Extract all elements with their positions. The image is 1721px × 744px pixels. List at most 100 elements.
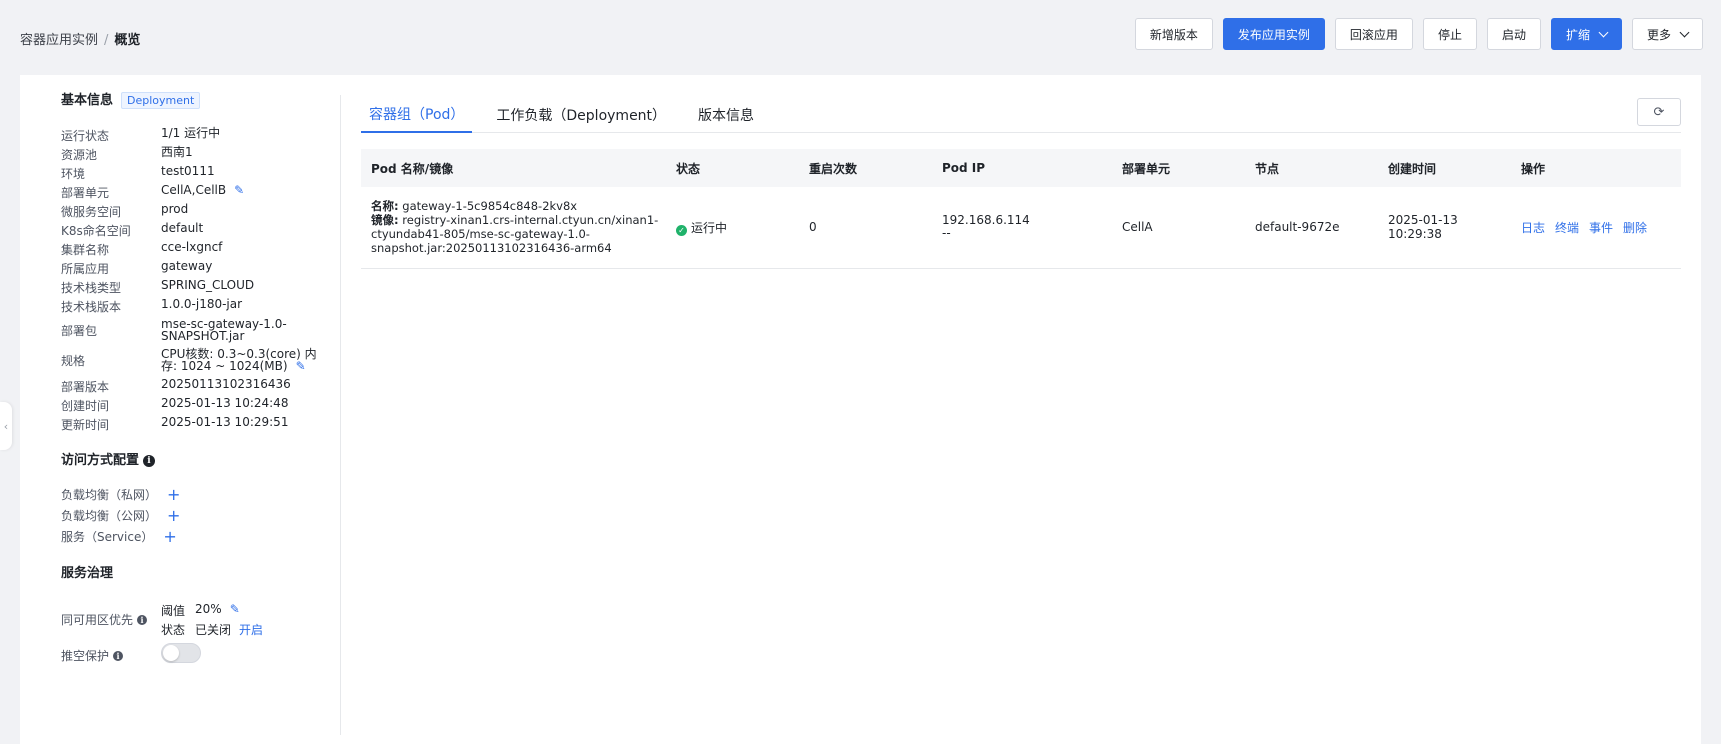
info-value: CPU核数: 0.3~0.3(core) 内存: 1024 ~ 1024(MB)… (161, 348, 317, 372)
info-key: 部署包 (61, 323, 98, 338)
info-row-created-time: 创建时间 2025-01-13 10:24:48 (61, 397, 341, 414)
delete-link[interactable]: 删除 (1623, 221, 1647, 235)
refresh-button[interactable]: ⟳ (1637, 98, 1681, 126)
add-icon[interactable]: + (163, 528, 176, 544)
access-label: 负载均衡（公网） (61, 509, 158, 523)
info-key: 资源池 (61, 148, 98, 162)
pod-status: 运行中 (691, 220, 728, 235)
edit-icon[interactable]: ✎ (296, 360, 306, 372)
info-row-application: 所属应用 gateway (61, 260, 341, 277)
workload-type-badge: Deployment (121, 92, 201, 109)
info-row-environment: 环境 test0111 (61, 165, 341, 182)
info-value: 1/1 运行中 (161, 126, 221, 140)
table-header-row: Pod 名称/镜像 状态 重启次数 Pod IP 部署单元 节点 创建时间 操作 (361, 149, 1681, 187)
scale-dropdown-button[interactable]: 扩缩 (1550, 18, 1622, 50)
events-link[interactable]: 事件 (1589, 221, 1613, 235)
info-key: 技术栈版本 (61, 300, 122, 314)
more-dropdown-button[interactable]: 更多 (1631, 18, 1703, 50)
rollback-button[interactable]: 回滚应用 (1334, 18, 1413, 50)
publish-instance-button[interactable]: 发布应用实例 (1222, 18, 1325, 50)
info-key: 创建时间 (61, 399, 110, 413)
access-label: 负载均衡（私网） (61, 488, 158, 502)
basic-info-panel: 基本信息 Deployment 运行状态 1/1 运行中 资源池 西南1 环境 test… (40, 75, 360, 744)
pod-image-line2: ctyundab41-805/mse-sc-gateway-1.0- (371, 227, 590, 242)
col-header-pod-name: Pod 名称/镜像 (361, 149, 666, 187)
scale-label: 扩缩 (1565, 27, 1590, 42)
breadcrumb-parent[interactable]: 容器应用实例 (20, 33, 98, 48)
state-label: 状态 (161, 623, 186, 637)
info-key: 集群名称 (61, 243, 110, 257)
tab-version-info[interactable]: 版本信息 (690, 97, 762, 133)
panel-divider (340, 95, 341, 735)
add-icon[interactable]: + (167, 486, 180, 502)
info-key: 部署版本 (61, 380, 110, 394)
breadcrumb: 容器应用实例 / 概览 (20, 29, 140, 48)
pod-name-label: 名称: (371, 199, 399, 214)
col-header-restarts: 重启次数 (799, 149, 932, 187)
chevron-down-icon (1598, 27, 1609, 37)
pod-ip: 192.168.6.114 (942, 213, 1030, 228)
info-value: CellA,CellB ✎ (161, 184, 244, 201)
sidebar-collapse-handle[interactable]: ‹ (0, 402, 12, 450)
zone-priority-text: 同可用区优先 (61, 613, 134, 627)
info-icon[interactable]: i (137, 614, 148, 625)
info-row-updated-time: 更新时间 2025-01-13 10:29:51 (61, 416, 341, 433)
tab-pod[interactable]: 容器组（Pod） (361, 97, 473, 133)
info-row-run-status: 运行状态 1/1 运行中 (61, 127, 341, 144)
start-button[interactable]: 启动 (1486, 18, 1541, 50)
edit-icon[interactable]: ✎ (230, 602, 240, 619)
info-key: 所属应用 (61, 262, 110, 276)
info-value: SPRING_CLOUD (161, 278, 255, 292)
detail-tabs: 容器组（Pod） 工作负载（Deployment） 版本信息 (361, 97, 1681, 133)
edit-icon[interactable]: ✎ (234, 184, 244, 196)
access-label: 服务（Service） (61, 530, 154, 544)
pod-restarts-cell: 0 (799, 187, 932, 269)
info-row-deploy-package: 部署包 mse-sc-gateway-1.0- SNAPSHOT.jar (61, 318, 341, 342)
info-value: cce-lxgncf (161, 240, 223, 254)
info-key: 环境 (61, 167, 86, 181)
stop-button[interactable]: 停止 (1422, 18, 1477, 50)
pod-unit-cell: CellA (1112, 187, 1245, 269)
breadcrumb-separator: / (104, 33, 109, 48)
info-row-deploy-version: 部署版本 20250113102316436 (61, 378, 341, 395)
info-value: 西南1 (161, 145, 193, 159)
pod-ops-cell: 日志 终端 事件 删除 (1511, 187, 1681, 269)
pod-image-label: 镜像: (371, 213, 399, 228)
check-circle-icon: ✓ (676, 224, 687, 236)
tab-deployment[interactable]: 工作负载（Deployment） (488, 97, 674, 133)
spec-line2: 存: 1024 ~ 1024(MB) (161, 359, 288, 373)
toggle-knob (163, 645, 179, 661)
info-icon[interactable]: i (113, 650, 124, 661)
access-config-title-text: 访问方式配置 (61, 453, 140, 468)
pod-name: gateway-1-5c9854c848-2kv8x (402, 199, 578, 214)
info-row-microservice-space: 微服务空间 prod (61, 203, 341, 220)
info-value: 20250113102316436 (161, 377, 291, 391)
info-row-stack-type: 技术栈类型 SPRING_CLOUD (61, 279, 341, 296)
table-row: 名称: gateway-1-5c9854c848-2kv8x 镜像: regis… (361, 187, 1681, 269)
terminal-link[interactable]: 终端 (1555, 221, 1579, 235)
info-value: prod (161, 202, 189, 216)
overview-card: 基本信息 Deployment 运行状态 1/1 运行中 资源池 西南1 环境 test… (20, 75, 1701, 744)
logs-link[interactable]: 日志 (1521, 221, 1545, 235)
info-row-cluster-name: 集群名称 cce-lxgncf (61, 241, 341, 258)
info-row-stack-version: 技术栈版本 1.0.0-j180-jar (61, 298, 341, 315)
info-value: 1.0.0-j180-jar (161, 297, 243, 311)
add-version-button[interactable]: 新增版本 (1134, 18, 1213, 50)
info-value: test0111 (161, 164, 215, 178)
basic-info-title-text: 基本信息 (61, 93, 114, 108)
info-key: K8s命名空间 (61, 224, 131, 238)
info-key: 更新时间 (61, 418, 110, 432)
enable-link[interactable]: 开启 (239, 621, 263, 638)
empty-protect-toggle[interactable] (161, 643, 201, 663)
access-row-lb-private: 负载均衡（私网） + (61, 486, 180, 503)
breadcrumb-current: 概览 (114, 33, 141, 48)
info-icon[interactable]: i (143, 455, 156, 467)
info-value: 2025-01-13 10:29:51 (161, 415, 289, 429)
info-key: 技术栈类型 (61, 281, 122, 295)
deploy-package-line2: SNAPSHOT.jar (161, 329, 245, 343)
info-value: gateway (161, 259, 213, 273)
pod-table: Pod 名称/镜像 状态 重启次数 Pod IP 部署单元 节点 创建时间 操作… (361, 149, 1681, 269)
col-header-node: 节点 (1245, 149, 1378, 187)
col-header-ops: 操作 (1511, 149, 1681, 187)
add-icon[interactable]: + (167, 507, 180, 523)
